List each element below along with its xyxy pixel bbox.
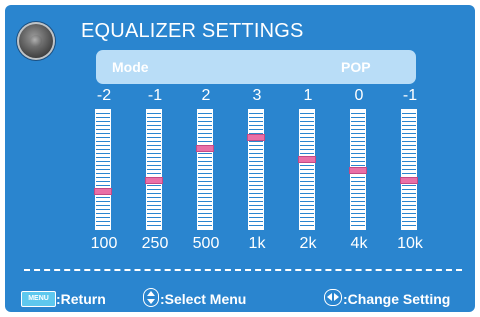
equalizer-screen: EQUALIZER SETTINGS Mode POP -2 100 -1 250 2 5… — [5, 5, 475, 312]
band-frequency: 2k — [299, 235, 317, 252]
band-slider-thumb[interactable] — [298, 156, 316, 163]
menu-key-icon: MENU — [21, 291, 56, 307]
band-frequency: 1k — [248, 235, 266, 252]
divider — [24, 269, 462, 271]
band-slider-track[interactable] — [247, 109, 265, 230]
left-right-arrows-icon — [324, 289, 342, 306]
band-frequency: 100 — [90, 235, 118, 252]
band-slider-thumb[interactable] — [400, 177, 418, 184]
band-slider-thumb[interactable] — [94, 188, 112, 195]
band-slider-track[interactable] — [196, 109, 214, 230]
change-setting-hint: :Change Setting — [343, 291, 451, 307]
band-slider-thumb[interactable] — [349, 167, 367, 174]
band-slider-track[interactable] — [349, 109, 367, 230]
select-menu-hint: :Select Menu — [160, 291, 247, 307]
band-value: 2 — [201, 87, 211, 104]
up-down-arrows-icon — [143, 288, 159, 307]
band-frequency: 4k — [350, 235, 368, 252]
band-frequency: 500 — [192, 235, 220, 252]
band-slider-thumb[interactable] — [145, 177, 163, 184]
band-value: -1 — [147, 87, 163, 104]
band-value: -1 — [402, 87, 418, 104]
band-value: 0 — [354, 87, 364, 104]
equalizer-bands: -2 100 -1 250 2 500 3 1k 1 2k 0 4k -1 10k — [5, 5, 475, 312]
band-slider-track[interactable] — [298, 109, 316, 230]
band-slider-track[interactable] — [145, 109, 163, 230]
return-hint: :Return — [56, 291, 106, 307]
band-slider-track[interactable] — [400, 109, 418, 230]
band-frequency: 250 — [141, 235, 169, 252]
band-slider-track[interactable] — [94, 109, 112, 230]
band-value: -2 — [96, 87, 112, 104]
band-value: 3 — [252, 87, 262, 104]
band-value: 1 — [303, 87, 313, 104]
band-slider-thumb[interactable] — [247, 134, 265, 141]
footer-help: MENU :Return :Select Menu :Change Settin… — [5, 286, 475, 310]
band-frequency: 10k — [397, 235, 423, 252]
band-slider-thumb[interactable] — [196, 145, 214, 152]
